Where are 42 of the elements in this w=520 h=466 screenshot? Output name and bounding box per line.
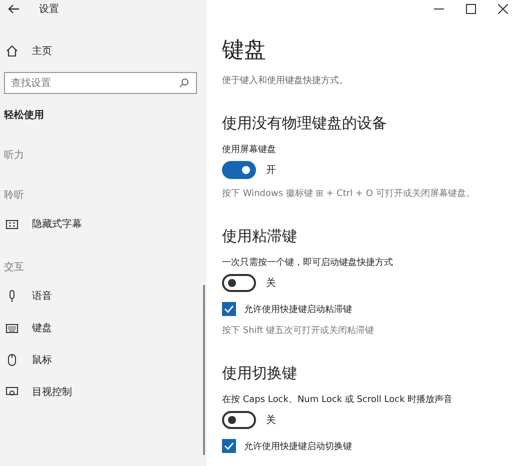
checkbox-label: 允许使用快捷键启动粘滞键 xyxy=(244,304,352,316)
group-heading: 交互 xyxy=(3,260,25,274)
toggle-switch[interactable] xyxy=(222,274,256,292)
monitor-icon xyxy=(6,387,18,397)
sidebar-item[interactable]: 语音 xyxy=(0,286,207,306)
group-heading: 听力 xyxy=(3,148,25,162)
sidebar-item[interactable]: 目视控制 xyxy=(0,382,207,402)
scrollbar[interactable] xyxy=(203,285,205,455)
home-icon xyxy=(6,45,18,57)
checkbox[interactable] xyxy=(222,302,236,316)
search-icon xyxy=(179,78,189,88)
sidebar-item[interactable]: 鼠标 xyxy=(0,350,207,370)
setting-label: 在按 Caps Lock、Num Lock 或 Scroll Lock 时播放声音 xyxy=(222,394,454,406)
sidebar-item[interactable]: 键盘 xyxy=(0,318,207,338)
toggle-state: 关 xyxy=(266,414,276,427)
section-heading: 使用没有物理键盘的设备 xyxy=(222,113,388,133)
section-heading: 使用切换键 xyxy=(222,363,298,383)
close-icon[interactable] xyxy=(498,4,508,14)
search-field[interactable]: 查找设置 xyxy=(4,72,197,94)
back-arrow-icon[interactable] xyxy=(8,4,20,14)
checkbox-label: 允许使用快捷键启动切换键 xyxy=(244,440,352,452)
mouse-icon xyxy=(6,354,18,366)
setting-label: 一次只需按一个键，即可启动键盘快捷方式 xyxy=(222,256,394,269)
group-heading: 聆听 xyxy=(3,189,25,202)
keyboard-icon xyxy=(6,324,18,332)
toggle-switch[interactable] xyxy=(222,411,256,429)
hint-text: 按下 Shift 键五次可打开或关闭粘滞键 xyxy=(222,324,376,337)
toggle-state: 开 xyxy=(266,164,276,177)
toggle-state: 关 xyxy=(266,276,276,290)
window-title: 设置 xyxy=(39,2,59,16)
hint-text: 按下 Windows 徽标键 ⊞ + Ctrl + O 可打开或关闭屏幕键盘。 xyxy=(222,188,476,200)
maximize-icon[interactable] xyxy=(466,4,476,14)
sidebar-item[interactable]: 隐藏式字幕 xyxy=(0,214,207,234)
setting-label: 使用屏幕键盘 xyxy=(222,144,277,156)
toggle-switch[interactable] xyxy=(222,161,256,179)
checkbox[interactable] xyxy=(222,439,236,453)
section-heading: 使用粘滞键 xyxy=(222,226,298,246)
captions-icon xyxy=(6,220,18,228)
category-heading: 轻松使用 xyxy=(2,108,45,122)
page-description: 便于键入和使用键盘快捷方式。 xyxy=(222,74,349,87)
home-link[interactable]: 主页 xyxy=(32,44,52,58)
page-title: 键盘 xyxy=(222,38,267,64)
